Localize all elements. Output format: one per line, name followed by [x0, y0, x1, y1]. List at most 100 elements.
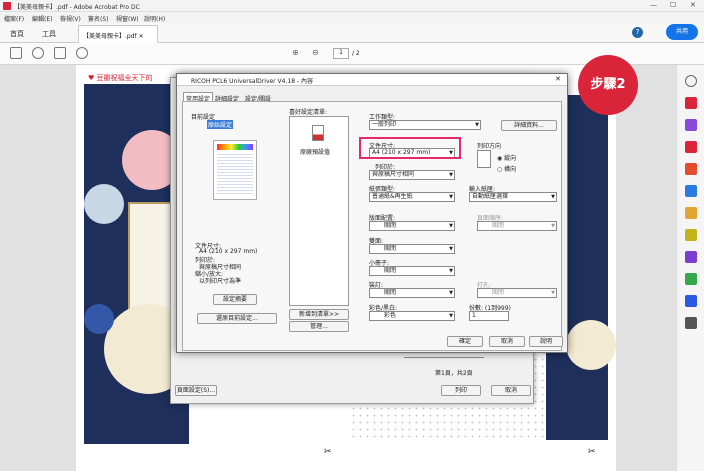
color-bar [217, 144, 253, 150]
paper-type-select[interactable]: 普通紙&再生紙 ▼ [369, 192, 455, 202]
print-cancel-button[interactable]: 取消 [491, 385, 531, 396]
scissors-icon-right: ✂ [588, 447, 596, 457]
orientation-landscape-label: 橫向 [504, 166, 517, 173]
tab-document-label: 【美美母親卡】.pdf [83, 33, 137, 40]
comment-icon[interactable] [685, 207, 697, 219]
right-tools-panel [676, 65, 704, 471]
staple-select[interactable]: 關閉 ▼ [369, 288, 455, 298]
page-lines [217, 152, 253, 196]
menu-edit[interactable]: 編輯(E) [32, 14, 52, 23]
punch-select[interactable]: 關閉 ▼ [477, 288, 557, 298]
tab-home[interactable]: 首頁 [10, 29, 24, 39]
chevron-down-icon: ▼ [551, 290, 555, 296]
punch-value: 關閉 [492, 289, 505, 296]
page-heading: ♥ 豆瓣祝福全天下的 [88, 74, 153, 82]
job-type-select[interactable]: 一般列印 ▼ [369, 120, 481, 130]
settings-summary-button[interactable]: 設定摘要 [213, 294, 257, 305]
protect-icon[interactable] [685, 295, 697, 307]
menu-help[interactable]: 說明(H) [144, 14, 165, 23]
preset-list[interactable]: 原廠預設值 [289, 116, 349, 306]
cancel-button[interactable]: 取消 [489, 336, 525, 347]
orientation-label: 列印方向 [477, 143, 502, 150]
close-icon[interactable]: ✕ [690, 1, 696, 9]
window-title: 【美美母親卡】.pdf - Adobe Acrobat Pro DC [14, 4, 140, 11]
orientation-landscape-radio[interactable]: ○ 橫向 [497, 164, 516, 173]
page-setup-button[interactable]: 頁面設定(S)... [175, 385, 217, 396]
register-preset-button[interactable]: 新增到清單>> [289, 309, 349, 320]
scissors-icon: ✂ [324, 447, 332, 457]
manage-preset-button[interactable]: 管理... [289, 321, 349, 332]
page-up-icon[interactable]: ⊕ [292, 48, 299, 57]
share-button[interactable]: 共用 [666, 24, 698, 40]
print-preview-slider[interactable] [404, 357, 484, 363]
page-down-icon[interactable]: ⊖ [312, 48, 319, 57]
sign-icon[interactable] [685, 251, 697, 263]
chevron-down-icon: ▼ [449, 172, 453, 178]
create-pdf-icon[interactable] [685, 97, 697, 109]
help-icon[interactable]: ? [632, 27, 643, 38]
close-tab-icon[interactable]: ✕ [139, 33, 144, 40]
staple-value: 關閉 [384, 289, 397, 296]
print-on-select[interactable]: 與原稿尺寸相同 ▼ [369, 170, 455, 180]
find-icon[interactable] [76, 47, 88, 59]
duplex-value: 關閉 [384, 245, 397, 252]
orientation-portrait-label: 縱向 [504, 155, 517, 162]
flower-blue [84, 304, 114, 334]
fill-sign-icon[interactable] [685, 229, 697, 241]
chevron-down-icon: ▼ [475, 122, 479, 128]
print-production-icon[interactable] [685, 273, 697, 285]
page-order-select[interactable]: 關閉 ▼ [477, 221, 557, 231]
booklet-select[interactable]: 關閉 ▼ [369, 266, 455, 276]
chevron-down-icon: ▼ [449, 268, 453, 274]
details-button[interactable]: 詳細資料... [501, 120, 557, 131]
ok-button[interactable]: 確定 [447, 336, 483, 347]
page-number-input[interactable]: 1 [333, 48, 349, 59]
more-tools-icon[interactable] [685, 317, 697, 329]
print-icon[interactable] [54, 47, 66, 59]
driver-title-bar: RICOH PCL6 UniversalDriver V4.18 - 內容 ✕ [177, 74, 567, 86]
zoom-icon[interactable] [685, 75, 697, 87]
edit-pdf-icon[interactable] [685, 141, 697, 153]
chevron-down-icon: ▼ [551, 223, 555, 229]
help-button[interactable]: 說明 [529, 336, 563, 347]
share-label: 共用 [675, 28, 688, 35]
summary-line-2: A4 (210 x 297 mm) [199, 248, 258, 255]
chevron-down-icon: ▼ [449, 313, 453, 319]
layout-value: 關閉 [384, 222, 397, 229]
menu-view[interactable]: 檢視(V) [60, 14, 81, 23]
export-pdf-icon[interactable] [685, 163, 697, 175]
input-tray-select[interactable]: 自動紙匣選擇 ▼ [469, 192, 557, 202]
upload-icon[interactable] [32, 47, 44, 59]
tab-tools[interactable]: 工具 [42, 29, 56, 39]
tab-document[interactable]: 【美美母親卡】.pdf ✕ [78, 25, 158, 43]
chevron-down-icon: ▼ [449, 290, 453, 296]
color-select[interactable]: 彩色 ▼ [369, 311, 455, 321]
booklet-value: 關閉 [384, 267, 397, 274]
minimize-icon[interactable]: — [650, 1, 657, 9]
menu-file[interactable]: 檔案(F) [4, 14, 24, 23]
restore-defaults-button[interactable]: 還原目前設定... [197, 313, 277, 324]
organize-icon[interactable] [685, 185, 697, 197]
preview-caption: 原始設定 [207, 120, 234, 129]
copies-input[interactable]: 1 [469, 311, 509, 321]
window-title-bar: 【美美母親卡】.pdf - Adobe Acrobat Pro DC — ☐ ✕ [0, 0, 704, 12]
chevron-down-icon: ▼ [449, 246, 453, 252]
layout-select[interactable]: 關閉 ▼ [369, 221, 455, 231]
paper-type-value: 普通紙&再生紙 [372, 193, 413, 200]
driver-title: RICOH PCL6 UniversalDriver V4.18 - 內容 [191, 78, 313, 85]
print-page-info: 第1頁，共2頁 [435, 370, 473, 377]
orientation-portrait-radio[interactable]: ◉ 縱向 [497, 153, 516, 162]
menu-window[interactable]: 視窗(W) [116, 14, 139, 23]
print-button[interactable]: 列印 [441, 385, 481, 396]
save-icon[interactable] [10, 47, 22, 59]
chevron-down-icon: ▼ [551, 194, 555, 200]
combine-icon[interactable] [685, 119, 697, 131]
duplex-select[interactable]: 關閉 ▼ [369, 244, 455, 254]
leaf-blue [84, 184, 124, 224]
maximize-icon[interactable]: ☐ [670, 1, 676, 9]
input-tray-value: 自動紙匣選擇 [472, 193, 509, 200]
preset-item-default[interactable]: 原廠預設值 [300, 147, 330, 156]
menu-sign[interactable]: 簽名(S) [88, 14, 109, 23]
driver-close-icon[interactable]: ✕ [555, 75, 561, 83]
menu-bar: 檔案(F) 編輯(E) 檢視(V) 簽名(S) 視窗(W) 說明(H) [0, 12, 704, 23]
